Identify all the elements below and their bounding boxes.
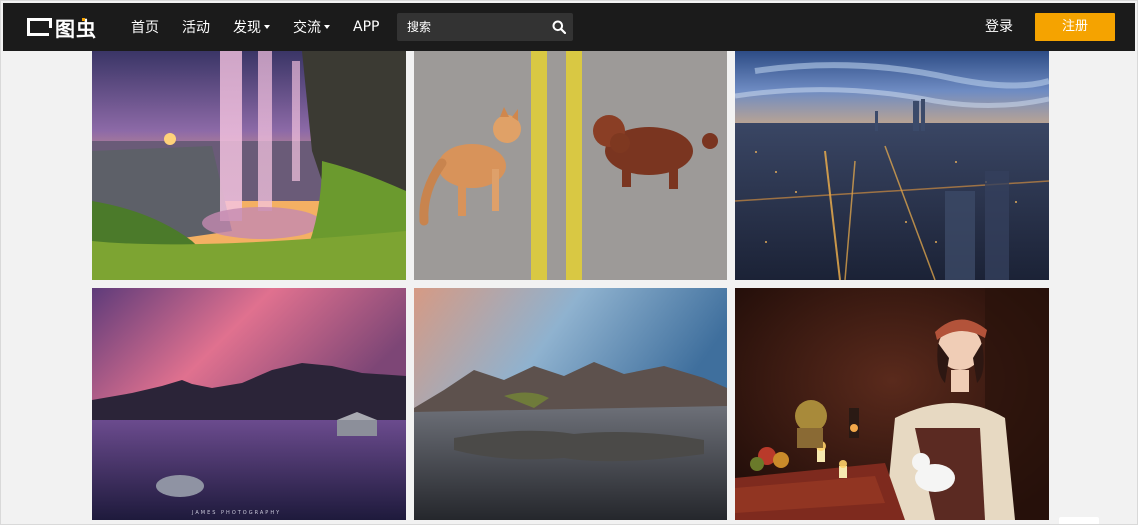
photo-mountain-reflection[interactable]: [414, 288, 727, 520]
main-nav: 首页 活动 发现 交流 APP: [131, 3, 402, 51]
photo-cat-and-dog[interactable]: [414, 51, 727, 280]
caret-down-icon: [324, 25, 330, 29]
register-button[interactable]: 注册: [1035, 13, 1115, 41]
scroll-indicator: [1059, 517, 1099, 524]
nav-app[interactable]: APP: [353, 19, 379, 35]
logo-accent-dot: [82, 18, 85, 21]
login-link[interactable]: 登录: [985, 3, 1013, 51]
photo-pink-lake[interactable]: JAMES PHOTOGRAPHY: [92, 288, 406, 520]
mountain-photo-image: [414, 288, 727, 520]
nav-home-label: 首页: [131, 20, 159, 36]
portrait-photo-image: [735, 288, 1049, 520]
photo-waterfall[interactable]: [92, 51, 406, 280]
photo-city-skyline[interactable]: [735, 51, 1049, 280]
search-input[interactable]: [397, 13, 537, 41]
photo-portrait[interactable]: [735, 288, 1049, 520]
nav-community-label: 交流: [293, 20, 321, 36]
photo-gallery: JAMES PHOTOGRAPHY: [92, 51, 1049, 524]
nav-discover-label: 发现: [233, 20, 261, 36]
nav-home[interactable]: 首页: [131, 17, 159, 37]
watermark-text: JAMES PHOTOGRAPHY: [191, 510, 281, 516]
caret-down-icon: [264, 25, 270, 29]
top-navbar: 图虫 首页 活动 发现 交流 APP 登录 注册: [3, 3, 1135, 51]
logo-frame-icon: [27, 18, 52, 36]
nav-discover[interactable]: 发现: [233, 17, 270, 37]
search-box: [397, 13, 573, 41]
site-logo[interactable]: 图虫: [27, 14, 97, 41]
lake-photo-image: JAMES PHOTOGRAPHY: [92, 288, 406, 520]
nav-app-label: APP: [353, 19, 380, 35]
browser-viewport: 图虫 首页 活动 发现 交流 APP 登录 注册: [0, 0, 1138, 525]
nav-community[interactable]: 交流: [293, 17, 330, 37]
city-photo-image: [735, 51, 1049, 280]
logo-text: 图虫: [55, 16, 97, 41]
nav-events[interactable]: 活动: [182, 17, 210, 37]
search-icon[interactable]: [552, 20, 566, 34]
nav-events-label: 活动: [182, 20, 210, 36]
waterfall-photo-image: [92, 51, 406, 280]
cat-dog-photo-image: [414, 51, 727, 280]
